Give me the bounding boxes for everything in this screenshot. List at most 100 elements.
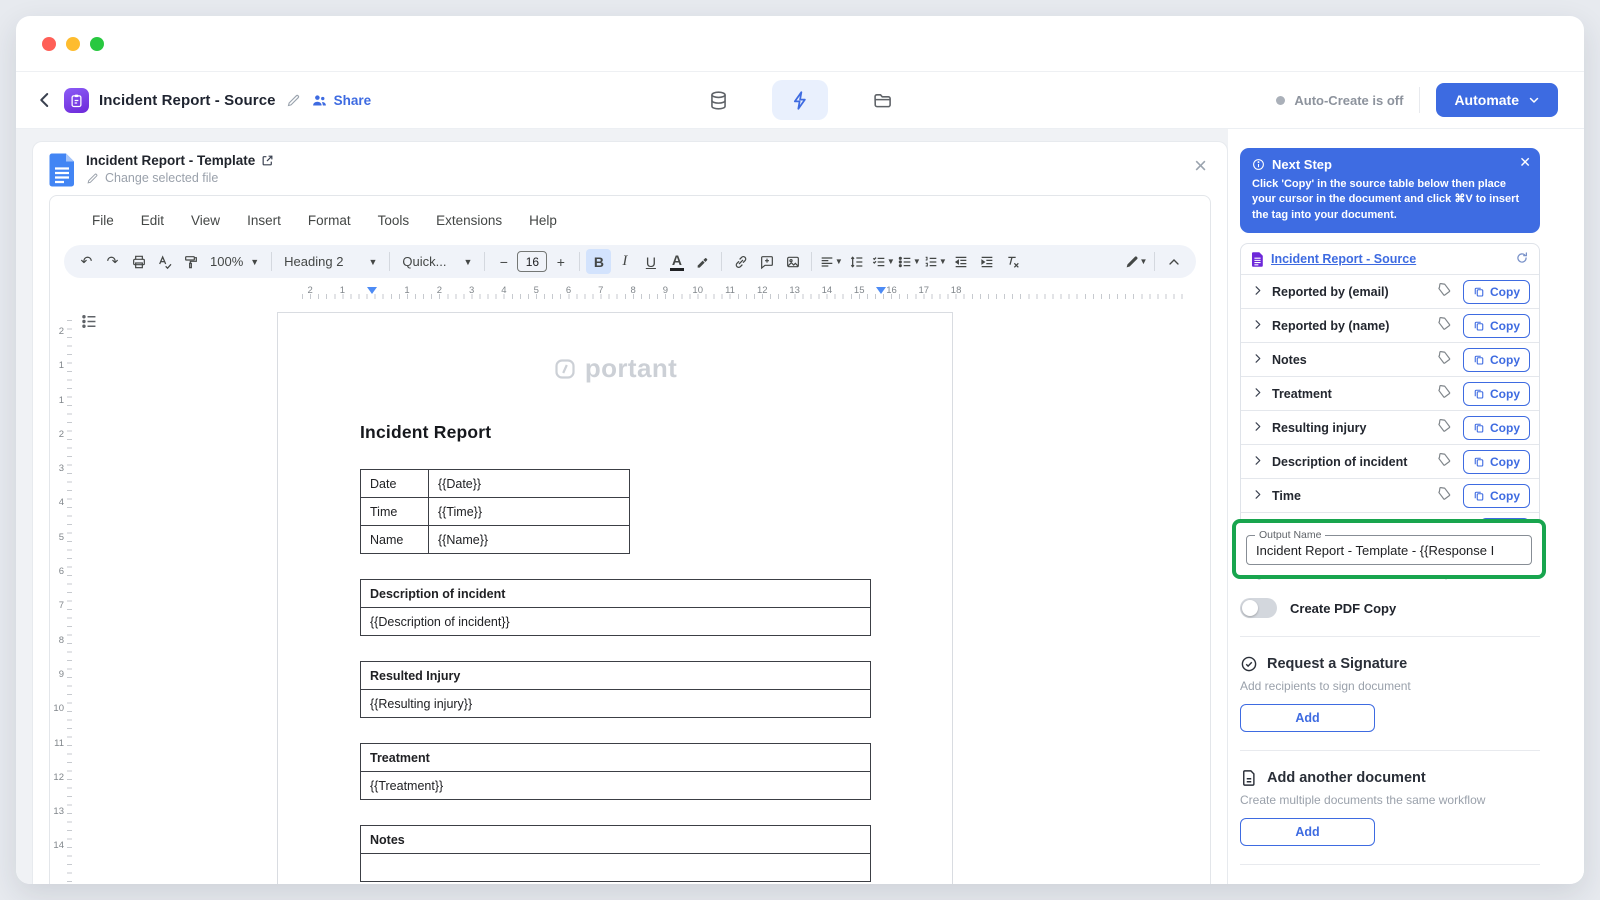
numbered-list-button[interactable]: ▼ [922,249,947,274]
app-header: Incident Report - Source Share Auto-Crea… [16,72,1584,129]
add-signature-button[interactable]: Add [1240,704,1375,733]
italic-button[interactable]: I [612,249,637,274]
menu-item[interactable]: Extensions [436,213,502,243]
increase-font-size-button[interactable]: + [548,249,573,274]
share-button[interactable]: Share [311,92,371,109]
create-pdf-row: Create PDF Copy [1240,598,1540,619]
increase-indent-button[interactable] [974,249,999,274]
menu-item[interactable]: Help [529,213,557,243]
close-panel-button[interactable]: × [1190,153,1211,179]
request-signature-subtitle: Add recipients to sign document [1240,679,1411,694]
output-name-input[interactable] [1256,542,1522,558]
expand-row-button[interactable] [1252,351,1263,369]
horizontal-ruler[interactable]: 2 1 1 2 3 4 5 6 7 8 9 10 11 12 13 14 15 16 17 18 [64,284,1196,300]
document-outline-button[interactable] [80,312,99,334]
indent-marker-left[interactable] [367,287,377,294]
insert-image-button[interactable] [780,249,805,274]
menu-item[interactable]: File [92,213,114,243]
source-mode-button[interactable] [690,80,746,120]
expand-row-button[interactable] [1252,453,1263,471]
refresh-source-button[interactable] [1515,251,1529,268]
change-file-button[interactable]: Change selected file [86,171,274,185]
docs-toolbar: ↶ ↷ 100% ▼ Heading 2 ▼ Quick... ▼ − 16 +… [64,245,1196,278]
copy-tag-button[interactable]: Copy [1463,381,1530,406]
document-panel: Incident Report - Template Change select… [32,141,1228,884]
copy-tag-button[interactable]: Copy [1463,483,1530,508]
expand-row-button[interactable] [1252,419,1263,437]
hide-menus-button[interactable] [1161,249,1186,274]
menu-item[interactable]: Insert [247,213,281,243]
tag-icon [1437,384,1452,404]
rename-title-button[interactable] [286,93,301,108]
insert-link-button[interactable] [728,249,753,274]
traffic-light-minimize[interactable] [66,36,80,51]
highlight-color-button[interactable] [690,249,715,274]
menu-item[interactable]: Edit [141,213,164,243]
text-color-button[interactable]: A [664,249,689,274]
menu-item[interactable]: Format [308,213,351,243]
docs-editor-embed: File Edit View Insert Format Tools Extensions H… [49,195,1211,884]
source-doc-icon [1251,251,1263,267]
indent-marker-right[interactable] [876,287,886,294]
line-spacing-button[interactable] [844,249,869,274]
source-field-row: Description of incident Copy [1241,444,1539,478]
source-file-link[interactable]: Incident Report - Source [1271,252,1416,266]
menu-item[interactable]: Tools [378,213,410,243]
next-step-title: Next Step [1272,157,1332,172]
copy-tag-button[interactable]: Copy [1463,449,1530,474]
align-button[interactable]: ▼ [818,249,843,274]
copy-icon [1474,287,1484,297]
back-button[interactable] [36,91,54,109]
spellcheck-button[interactable] [152,249,177,274]
automate-button[interactable]: Automate [1436,83,1558,117]
traffic-light-close[interactable] [42,36,56,51]
add-comment-button[interactable] [754,249,779,274]
copy-tag-button[interactable]: Copy [1463,279,1530,304]
source-field-label: Reported by (email) [1272,284,1389,299]
output-name-highlight: Output Name [1232,519,1546,580]
bulleted-list-button[interactable]: ▼ [896,249,921,274]
expand-row-button[interactable] [1252,283,1263,301]
document-page[interactable]: portant Incident Report Date {{Date}} Ti… [277,312,953,884]
bold-button[interactable]: B [586,249,612,274]
traffic-light-zoom[interactable] [90,36,104,51]
decrease-indent-button[interactable] [948,249,973,274]
source-field-row: Treatment Copy [1241,376,1539,410]
paragraph-style-select[interactable]: Heading 2 ▼ [278,249,383,274]
add-document-button[interactable]: Add [1240,818,1375,847]
workflow-mode-button[interactable] [772,80,828,120]
font-select[interactable]: Quick... ▼ [396,249,478,274]
expand-row-button[interactable] [1252,487,1263,505]
undo-button[interactable]: ↶ [74,249,99,274]
create-pdf-toggle[interactable] [1240,598,1277,619]
output-folder-button[interactable] [854,80,910,120]
outline-icon [82,315,96,328]
font-size-input[interactable]: 16 [517,251,548,272]
decrease-font-size-button[interactable]: − [491,249,516,274]
checklist-button[interactable]: ▼ [870,249,895,274]
tag-icon [1437,452,1452,472]
underline-button[interactable]: U [638,249,663,274]
source-field-row: Resulting injury Copy [1241,410,1539,444]
open-file-button[interactable] [261,154,274,167]
section-header-cell: Notes [360,825,871,854]
expand-row-button[interactable] [1252,317,1263,335]
copy-tag-button[interactable]: Copy [1463,313,1530,338]
redo-button[interactable]: ↷ [100,249,125,274]
paint-format-button[interactable] [178,249,203,274]
print-button[interactable] [126,249,151,274]
zoom-select[interactable]: 100% ▼ [204,249,265,274]
expand-row-button[interactable] [1252,385,1263,403]
clipboard-icon [71,94,82,107]
docs-menubar: File Edit View Insert Format Tools Extensions H… [50,196,1210,243]
editing-mode-button[interactable]: ▼ [1123,249,1148,274]
vertical-ruler[interactable]: 2 1 1 2 3 4 5 6 7 8 9 10 11 12 13 14 [52,326,67,875]
close-banner-button[interactable]: ✕ [1519,154,1531,171]
copy-tag-button[interactable]: Copy [1463,347,1530,372]
copy-tag-button[interactable]: Copy [1463,415,1530,440]
clear-formatting-button[interactable] [1000,249,1025,274]
share-gmail-section[interactable]: Share document via Gmail [1240,883,1540,884]
info-table: Date {{Date}} Time {{Time}} Name {{Name}… [360,469,630,554]
tag-icon [1437,316,1452,336]
menu-item[interactable]: View [191,213,220,243]
